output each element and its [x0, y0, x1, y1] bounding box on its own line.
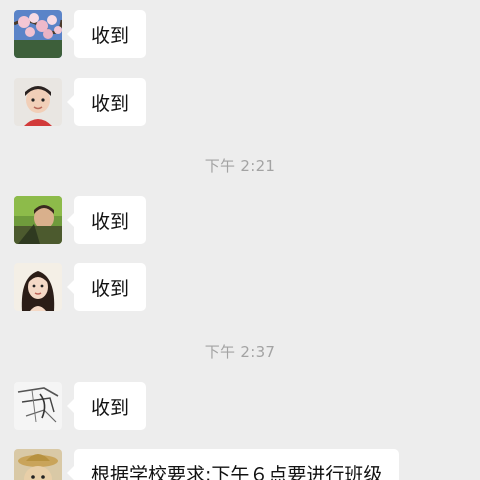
- greenery-avatar[interactable]: [14, 196, 62, 244]
- chat-message: 收到: [14, 382, 147, 430]
- chat-message: 收到: [14, 263, 147, 311]
- woman-portrait-avatar[interactable]: [14, 263, 62, 311]
- chat-message: 根据学校要求:下午６点要进行班级: [14, 449, 400, 480]
- message-bubble[interactable]: 根据学校要求:下午６点要进行班级: [66, 449, 400, 480]
- child-avatar[interactable]: [14, 78, 62, 126]
- chat-message: 收到: [14, 78, 147, 126]
- sketch-avatar[interactable]: [14, 382, 62, 430]
- message-bubble[interactable]: 收到: [66, 78, 147, 126]
- cat-hat-avatar[interactable]: [14, 449, 62, 480]
- blossom-avatar[interactable]: [14, 10, 62, 58]
- message-bubble[interactable]: 收到: [66, 382, 147, 430]
- message-bubble[interactable]: 收到: [66, 10, 147, 58]
- message-bubble[interactable]: 收到: [66, 196, 147, 244]
- message-timestamp: 下午 2:21: [204, 157, 276, 175]
- chat-message-list[interactable]: 收到 收到 下午 2:21 收到 收到 下午 2:37 收到 根据学校要求:下午…: [0, 0, 480, 480]
- message-bubble[interactable]: 收到: [66, 263, 147, 311]
- chat-message: 收到: [14, 196, 147, 244]
- chat-message: 收到: [14, 10, 147, 58]
- message-timestamp: 下午 2:37: [204, 343, 276, 361]
